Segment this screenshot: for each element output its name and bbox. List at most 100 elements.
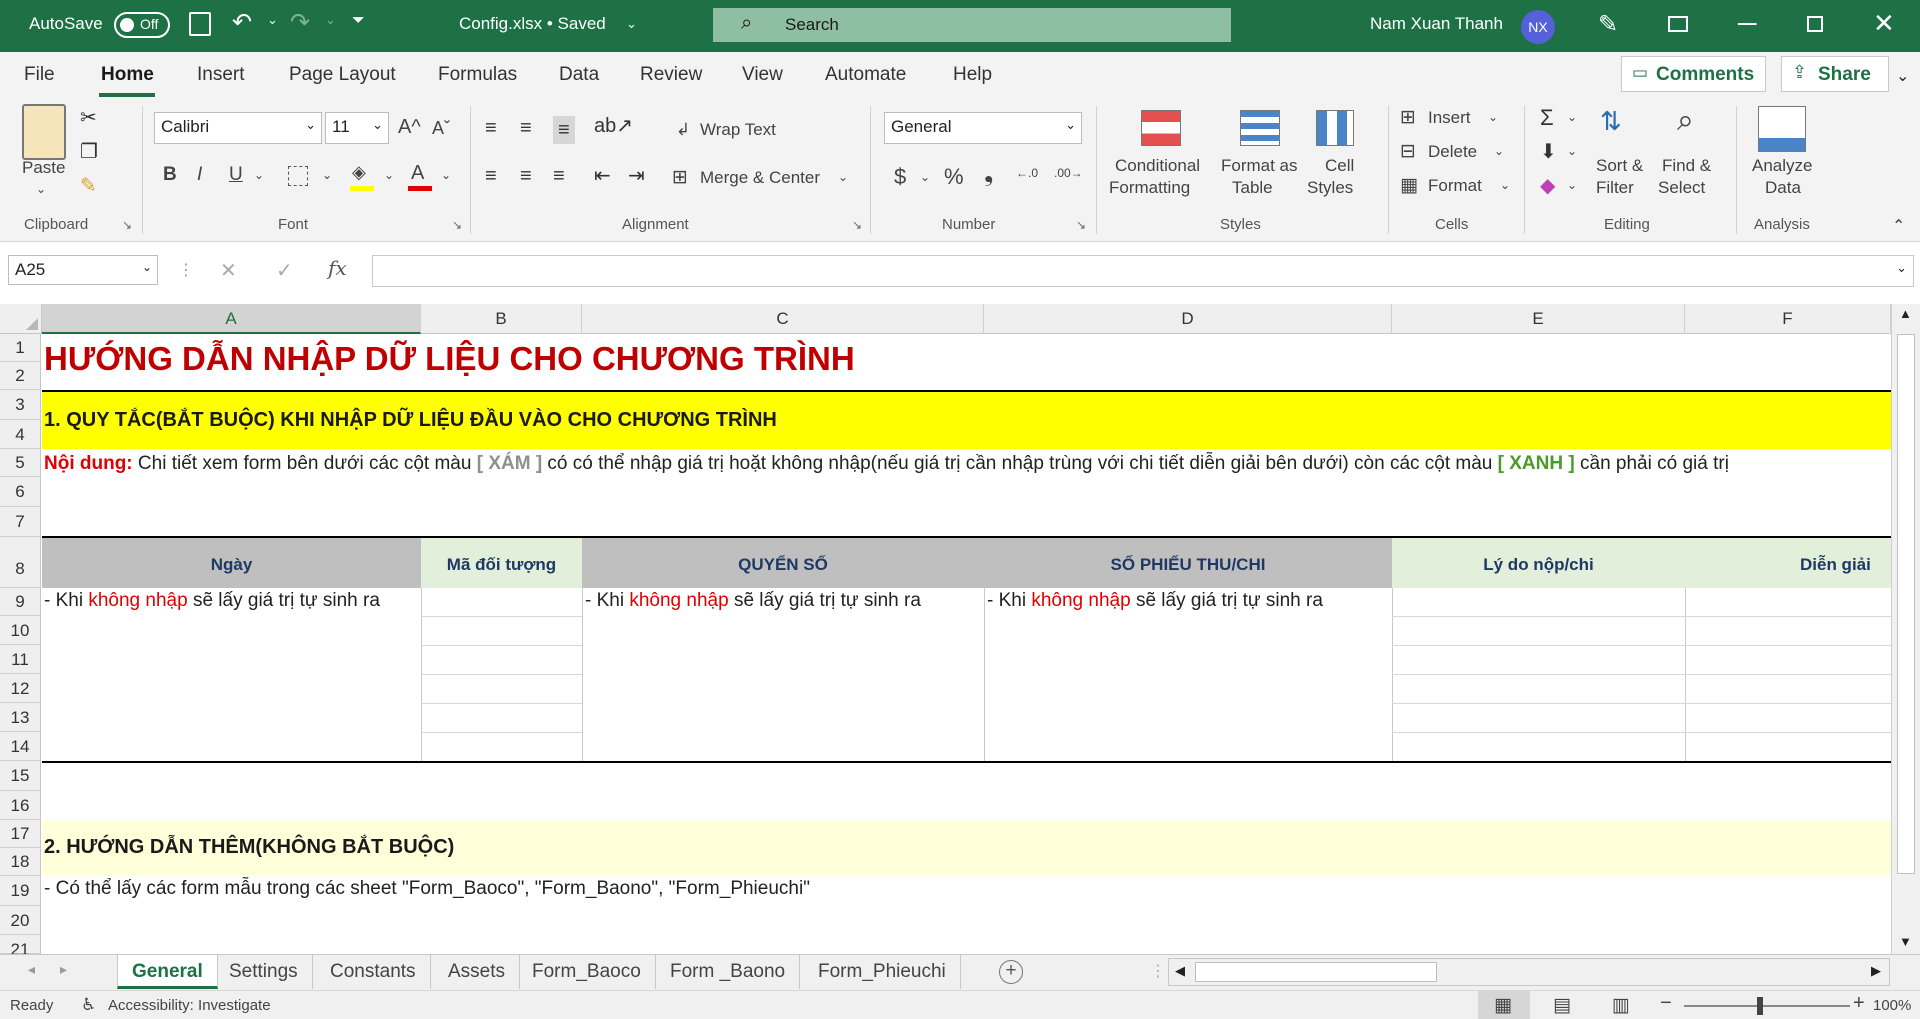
format-dropdown-icon[interactable]: ⌄ [1500, 178, 1510, 192]
row-header[interactable]: 19 [0, 876, 41, 906]
underline-button[interactable]: U [229, 164, 243, 186]
copy-icon[interactable]: ❐ [80, 142, 98, 162]
header-ngay[interactable]: Ngày [42, 550, 421, 580]
row-header[interactable]: 10 [0, 616, 41, 645]
section-2-line[interactable]: - Có thể lấy các form mẫu trong các shee… [44, 878, 810, 900]
cancel-icon[interactable]: ✕ [220, 258, 237, 283]
avatar[interactable]: NX [1521, 10, 1555, 44]
row-header[interactable]: 4 [0, 420, 41, 449]
cell-styles-label-2[interactable]: Styles [1307, 178, 1353, 198]
align-left-icon[interactable]: ≡ [485, 166, 497, 186]
undo-dropdown-icon[interactable]: ⌄ [267, 12, 278, 28]
header-ly-do[interactable]: Lý do nộp/chi [1392, 550, 1685, 580]
clear-dropdown-icon[interactable]: ⌄ [1567, 178, 1577, 192]
font-color-dropdown-icon[interactable]: ⌄ [441, 168, 451, 182]
page-layout-view-icon[interactable]: ▤ [1553, 994, 1571, 1017]
decrease-font-size-icon[interactable]: Aˇ [432, 118, 450, 139]
row-header[interactable]: 15 [0, 761, 41, 791]
add-sheet-icon[interactable]: + [999, 960, 1023, 984]
column-header-c[interactable]: C [582, 304, 984, 334]
cell-styles-label-1[interactable]: Cell [1325, 156, 1354, 176]
zoom-out-icon[interactable]: − [1660, 992, 1672, 1015]
sheet-tab-form-baoco[interactable]: Form_Baoco [518, 955, 656, 989]
align-right-icon[interactable]: ≡ [553, 166, 565, 186]
accessibility-icon[interactable]: ♿ [81, 995, 96, 1015]
expand-formula-bar-icon[interactable]: ⌄ [1896, 260, 1907, 276]
insert-cells-button[interactable]: Insert [1428, 108, 1471, 128]
format-painter-icon[interactable]: ✎ [80, 176, 97, 196]
wrap-text-button[interactable]: Wrap Text [700, 120, 776, 140]
enter-icon[interactable]: ✓ [276, 258, 293, 283]
analyze-data-label-1[interactable]: Analyze [1752, 156, 1812, 176]
ribbon-display-icon[interactable] [1668, 16, 1688, 32]
row-header[interactable]: 3 [0, 390, 41, 420]
zoom-level[interactable]: 100% [1873, 997, 1911, 1014]
autosum-dropdown-icon[interactable]: ⌄ [1567, 110, 1577, 124]
name-box[interactable]: A25 ⌄ [8, 255, 158, 285]
comma-button[interactable]: ❟ [984, 160, 993, 188]
row-header[interactable]: 17 [0, 820, 41, 848]
save-icon[interactable] [189, 12, 211, 36]
clear-icon[interactable]: ◆ [1540, 176, 1555, 196]
content-line[interactable]: Nội dung: Chi tiết xem form bên dưới các… [44, 453, 1729, 475]
number-format-select[interactable]: General ⌄ [884, 112, 1082, 144]
decrease-decimal-icon[interactable]: .00→ [1054, 166, 1083, 180]
section-2-heading[interactable]: 2. HƯỚNG DẪN THÊM(KHÔNG BẮT BUỘC) [44, 836, 454, 859]
column-header-e[interactable]: E [1392, 304, 1685, 334]
borders-dropdown-icon[interactable]: ⌄ [322, 168, 332, 182]
analyze-data-label-2[interactable]: Data [1765, 178, 1801, 198]
paste-button[interactable]: Paste [22, 158, 65, 178]
number-launcher-icon[interactable]: ↘ [1076, 218, 1086, 232]
align-middle-icon[interactable]: ≡ [520, 118, 532, 138]
select-all-corner[interactable] [0, 304, 42, 334]
comments-button[interactable]: ▭ Comments [1621, 56, 1766, 92]
menu-formulas[interactable]: Formulas [438, 64, 517, 86]
borders-icon[interactable] [288, 166, 308, 186]
find-select-label-2[interactable]: Select [1658, 178, 1705, 198]
align-bottom-icon[interactable]: ≡ [553, 116, 575, 144]
restore-icon[interactable] [1807, 16, 1823, 32]
zoom-slider-thumb[interactable] [1757, 997, 1763, 1015]
file-title-chevron-icon[interactable]: ⌄ [626, 16, 637, 32]
alignment-launcher-icon[interactable]: ↘ [852, 218, 862, 232]
row-header[interactable]: 8 [0, 537, 41, 588]
sheet-tab-form-baono[interactable]: Form _Baono [656, 955, 801, 989]
percent-button[interactable]: % [944, 164, 964, 190]
header-quyen-so[interactable]: QUYỂN SỐ [582, 550, 984, 580]
accessibility-status[interactable]: Accessibility: Investigate [108, 997, 271, 1014]
menu-data[interactable]: Data [559, 64, 599, 86]
sheet-title[interactable]: HƯỚNG DẪN NHẬP DỮ LIỆU CHO CHƯƠNG TRÌNH [44, 340, 855, 378]
zoom-slider-track[interactable] [1684, 1005, 1850, 1007]
header-dien-giai[interactable]: Diễn giải [1800, 550, 1871, 580]
currency-dropdown-icon[interactable]: ⌄ [920, 170, 930, 184]
sort-filter-icon[interactable]: ⇅ [1600, 106, 1622, 137]
row-header[interactable]: 6 [0, 477, 41, 507]
conditional-formatting-label-1[interactable]: Conditional [1115, 156, 1200, 176]
row-header[interactable]: 21 [0, 935, 41, 959]
sheet-tab-form-phieuchi[interactable]: Form_Phieuchi [804, 955, 961, 989]
sort-filter-label-2[interactable]: Filter [1596, 178, 1634, 198]
insert-function-button[interactable]: fx [328, 256, 347, 280]
redo-icon[interactable]: ↷ [290, 8, 310, 37]
undo-icon[interactable]: ↶ [232, 8, 252, 37]
tab-split-handle-icon[interactable]: ⋮ [1150, 961, 1166, 981]
find-select-label-1[interactable]: Find & [1662, 156, 1711, 176]
format-cells-button[interactable]: Format [1428, 176, 1482, 196]
italic-button[interactable]: I [197, 164, 202, 186]
header-so-phieu[interactable]: SỐ PHIẾU THU/CHI [984, 550, 1392, 580]
analyze-data-icon[interactable] [1758, 106, 1806, 152]
header-ma-doi-tuong[interactable]: Mã đối tượng [421, 550, 582, 580]
menu-home[interactable]: Home [101, 64, 154, 86]
align-center-icon[interactable]: ≡ [520, 166, 532, 186]
menu-insert[interactable]: Insert [197, 64, 245, 86]
font-size-select[interactable]: 11 ⌄ [325, 112, 389, 144]
sheet-tab-settings[interactable]: Settings [215, 955, 313, 989]
increase-decimal-icon[interactable]: ←.0 [1016, 166, 1038, 180]
row-header[interactable]: 11 [0, 645, 41, 674]
row-header[interactable]: 13 [0, 703, 41, 732]
autosave-toggle[interactable]: Off [114, 12, 170, 38]
paste-dropdown-icon[interactable]: ⌄ [36, 182, 46, 196]
clipboard-launcher-icon[interactable]: ↘ [122, 218, 132, 232]
sheet-tab-constants[interactable]: Constants [316, 955, 431, 989]
row-header[interactable]: 20 [0, 906, 41, 935]
